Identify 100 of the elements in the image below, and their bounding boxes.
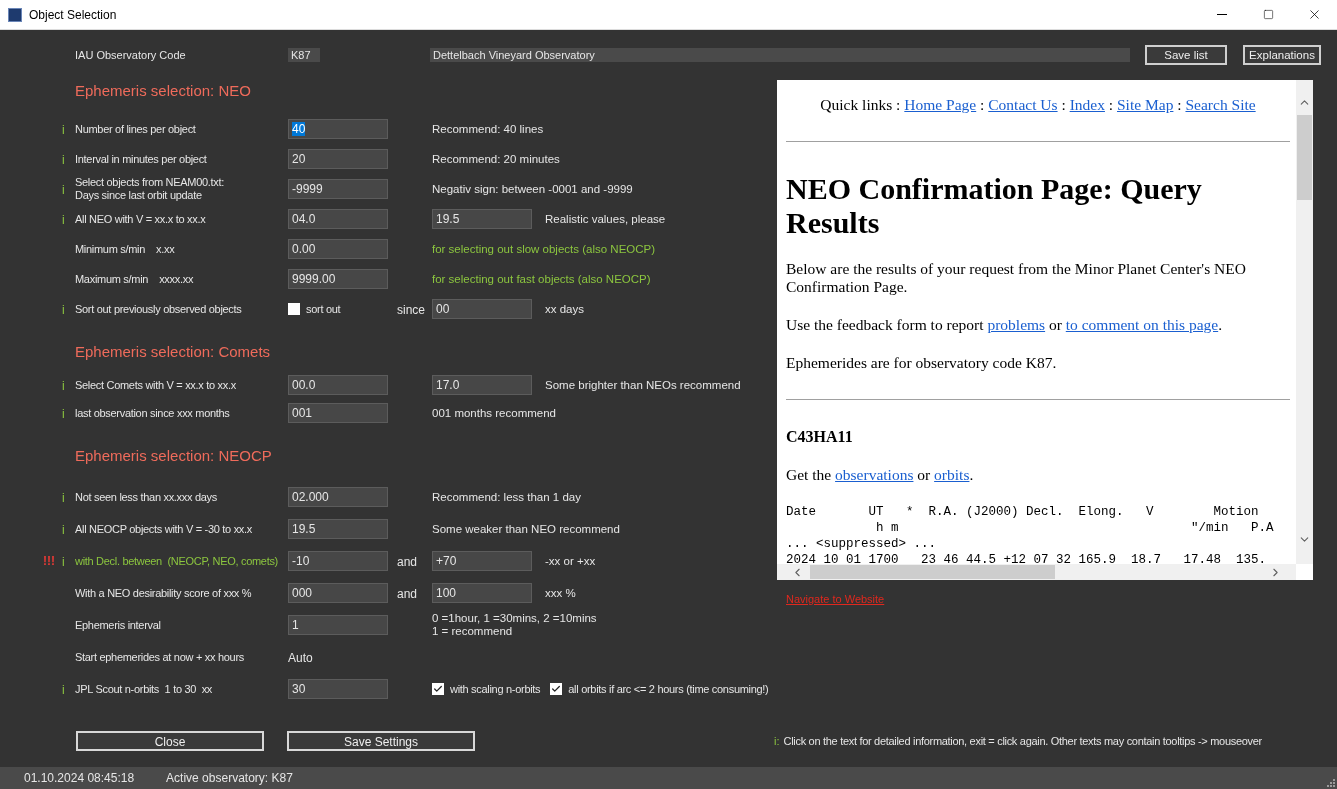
input-field[interactable]: -10 xyxy=(288,551,388,571)
ephemeris-line: ... <suppressed> ... xyxy=(786,536,938,552)
info-marker[interactable]: i xyxy=(62,183,65,197)
info-marker[interactable]: i xyxy=(62,523,65,537)
checkbox[interactable] xyxy=(432,683,444,695)
checkbox-label: sort out xyxy=(306,301,341,317)
field-label: Start ephemerides at now + xx hours xyxy=(75,650,245,664)
joiner-text: and xyxy=(397,555,418,569)
info-marker[interactable]: i xyxy=(62,407,65,421)
field-label: JPL Scout n-orbits 1 to 30 xx xyxy=(75,682,214,696)
link[interactable]: Home Page xyxy=(904,96,977,113)
input-field[interactable]: 04.0 xyxy=(288,209,388,229)
hint-text: Recommend: 20 minutes xyxy=(432,152,560,166)
hint-text: xxx % xyxy=(545,586,576,600)
input-field[interactable]: 000 xyxy=(288,583,388,603)
check-icon xyxy=(433,684,443,694)
checkbox-label: with scaling n-orbits xyxy=(450,681,541,697)
info-marker[interactable]: i xyxy=(62,683,65,697)
paragraph: Get the observations or orbits. xyxy=(786,466,975,484)
input-field[interactable]: 001 xyxy=(288,403,388,423)
ephemeris-line: Date UT * R.A. (J2000) Decl. Elong. V Motion xyxy=(786,504,1260,520)
input-field[interactable]: 40 xyxy=(288,119,388,139)
object-heading: C43HA11 xyxy=(786,428,854,446)
paragraph: Use the feedback form to report problems or to comment on this page. xyxy=(786,316,1224,334)
hint-text: 0 =1hour, 1 =30mins, 2 =10mins 1 = recommend xyxy=(432,612,597,638)
link[interactable]: observations xyxy=(835,466,914,483)
field-label: Ephemeris interval xyxy=(75,618,162,632)
field-label: Minimum s/min x.xx xyxy=(75,242,176,256)
input-field[interactable]: 0.00 xyxy=(288,239,388,259)
section-heading: Ephemeris selection: Comets xyxy=(75,341,271,362)
hint-text: 001 months recommend xyxy=(432,406,556,420)
section-heading: Ephemeris selection: NEOCP xyxy=(75,445,272,466)
input-field[interactable]: 17.0 xyxy=(432,375,532,395)
code-field[interactable]: K87 xyxy=(288,48,320,62)
ephemeris-line: h m "/min P.A xyxy=(875,520,1275,536)
checkbox[interactable] xyxy=(550,683,563,695)
info-marker[interactable]: i xyxy=(62,153,65,167)
scrollbar-thumb[interactable] xyxy=(810,565,1055,579)
field-label: Select Comets with V = xx.x to xx.x xyxy=(75,378,237,392)
info-marker[interactable]: i xyxy=(62,123,65,137)
input-field[interactable]: +70 xyxy=(432,551,532,571)
info-marker[interactable]: i xyxy=(62,303,65,317)
field-label: IAU Observatory Code xyxy=(75,47,187,63)
hint-text: -xx or +xx xyxy=(545,554,596,568)
hint-text: Recommend: less than 1 day xyxy=(432,490,581,504)
info-marker: i: xyxy=(774,733,780,749)
ephemeris-line: 2024 10 01 1700 23 46 44.5 +12 07 32 165.9 18.7 17.48 135. xyxy=(786,552,1268,564)
input-field[interactable]: 02.000 xyxy=(288,487,388,507)
name-field[interactable]: Dettelbach Vineyard Observatory xyxy=(430,48,1130,62)
link[interactable]: problems xyxy=(987,316,1046,333)
check-icon xyxy=(551,684,562,694)
info-marker[interactable]: i xyxy=(62,379,65,393)
paragraph: Ephemerides are for observatory code K87. xyxy=(786,354,1058,372)
input-field[interactable]: 00.0 xyxy=(288,375,388,395)
input-field[interactable]: 19.5 xyxy=(288,519,388,539)
input-field[interactable]: 00 xyxy=(432,299,532,319)
minimize-icon xyxy=(1217,14,1227,15)
field-label: with Decl. between (NEOCP, NEO, comets) xyxy=(75,554,279,568)
vertical-scrollbar[interactable] xyxy=(1296,80,1313,564)
field-label: Not seen less than xx.xxx days xyxy=(75,490,218,504)
checkbox-label: all orbits if arc <= 2 hours (time consuming!) xyxy=(568,681,769,697)
hint-text: for selecting out slow objects (also NEOCP) xyxy=(432,242,656,256)
toolbar-button[interactable]: Save list xyxy=(1145,45,1227,65)
checkbox[interactable] xyxy=(288,303,300,315)
toolbar-button[interactable]: Explanations xyxy=(1243,45,1321,65)
field-label: last observation since xxx months xyxy=(75,406,231,420)
field-label: With a NEO desirability score of xxx % xyxy=(75,586,253,600)
section-heading: Ephemeris selection: NEO xyxy=(75,80,251,101)
action-button[interactable]: Close xyxy=(76,731,264,751)
maximize-icon xyxy=(1262,9,1274,20)
field-label: All NEO with V = xx.x to xx.x xyxy=(75,212,207,226)
input-field[interactable]: 100 xyxy=(432,583,532,603)
info-marker[interactable]: i xyxy=(62,491,65,505)
action-button[interactable]: Save Settings xyxy=(287,731,475,751)
input-field[interactable]: 20 xyxy=(288,149,388,169)
hint-text: Some weaker than NEO recommend xyxy=(432,522,620,536)
input-field[interactable]: 1 xyxy=(288,615,388,635)
status-time: 01.10.2024 08:45:18 xyxy=(24,770,135,787)
value-text: Auto xyxy=(288,651,313,665)
app-icon xyxy=(8,7,22,22)
input-field[interactable]: 9999.00 xyxy=(288,269,388,289)
scrollbar-thumb[interactable] xyxy=(1297,115,1312,200)
hint-text: for selecting out fast objects (also NEOCP) xyxy=(432,272,651,286)
page-heading: NEO Confirmation Page: Query Results xyxy=(786,172,1203,240)
link[interactable]: Search Site xyxy=(1185,96,1256,113)
info-marker[interactable]: i xyxy=(62,555,65,569)
info-marker[interactable]: i xyxy=(62,213,65,227)
field-label: Interval in minutes per object xyxy=(75,152,208,166)
field-label: Number of lines per object xyxy=(75,122,197,136)
link[interactable]: orbits xyxy=(934,466,970,483)
link[interactable]: Contact Us xyxy=(988,96,1058,113)
input-field[interactable]: 19.5 xyxy=(432,209,532,229)
input-field[interactable]: 30 xyxy=(288,679,388,699)
window-title: Object Selection xyxy=(29,6,117,24)
quick-links-text: Quick links : Home Page : Contact Us : Index : Site Map : Search Site xyxy=(819,95,1257,115)
field-label: All NEOCP objects with V = -30 to xx.x xyxy=(75,522,253,536)
horizontal-scrollbar[interactable] xyxy=(777,564,1296,580)
link[interactable]: Index xyxy=(1069,96,1105,113)
input-field[interactable]: -9999 xyxy=(288,179,388,199)
link[interactable]: Site Map xyxy=(1117,96,1174,113)
